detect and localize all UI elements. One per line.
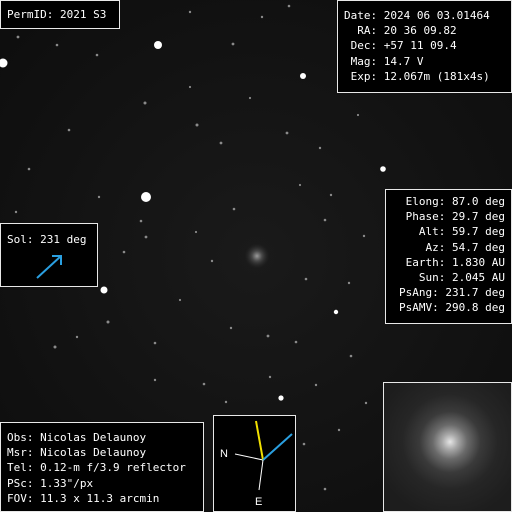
dec-value: +57 11 09.4 [383,39,457,53]
psang-label: PsAng: [399,286,439,300]
sun-value: 2.045 AU [452,271,505,285]
sun-direction-arrow-icon [36,255,62,279]
sol-label: Sol: [7,233,34,246]
sol-value: 231 deg [40,233,87,246]
comet [243,242,271,270]
psang-value: 231.7 deg [445,286,505,300]
psamv-value: 290.8 deg [445,301,505,315]
sol-panel: Sol: 231 deg [0,223,98,287]
tel-label: Tel: [7,461,34,475]
date-value: 2024 06 03.01464 [383,9,490,22]
sun-direction-line [255,420,264,461]
east-label: E [255,496,262,508]
permid-value: 2021 S3 [59,8,107,21]
alt-value: 59.7 deg [452,225,505,239]
comet-image-view: PermID: 2021 S3 Date: 2024 06 03.01464 R… [0,0,512,512]
ra-value: 20 36 09.82 [383,24,457,38]
phase-value: 29.7 deg [452,210,505,224]
ra-label: RA: [357,24,378,38]
permid-panel: PermID: 2021 S3 [0,0,120,29]
obs-label: Obs: [7,431,34,444]
alt-label: Alt: [418,225,446,239]
mag-label: Mag: [350,54,378,68]
msr-label: Msr: [7,446,34,460]
msr-value: Nicolas Delaunoy [40,446,147,460]
geometry-panel: Elong: 87.0 deg Phase: 29.7 deg Alt: 59.… [385,189,512,324]
motion-direction-line [262,433,293,461]
sun-label: Sun: [418,271,446,285]
elong-value: 87.0 deg [452,195,505,208]
dec-label: Dec: [350,39,378,53]
psc-label: PSc: [7,476,34,490]
earth-label: Earth: [405,255,446,269]
az-value: 54.7 deg [452,240,505,254]
exp-value: 12.067m (181x4s) [383,69,490,83]
fov-label: FOV: [7,491,34,505]
phase-label: Phase: [405,210,446,224]
earth-value: 1.830 AU [452,255,505,269]
fov-value: 11.3 x 11.3 arcmin [40,491,160,505]
date-label: Date: [344,9,378,22]
psamv-label: PsAMV: [399,301,439,315]
compass-rose-icon: N E [220,420,293,508]
compass-panel: N E [213,415,296,512]
star [0,41,386,401]
permid-label: PermID: [7,8,54,21]
az-label: Az: [425,240,446,254]
observation-panel: Date: 2024 06 03.01464 RA: 20 36 09.82 D… [337,0,512,93]
obs-value: Nicolas Delaunoy [40,431,147,444]
north-label: N [220,448,228,460]
comet-zoom-inset [383,382,512,512]
psc-value: 1.33"/px [40,476,94,490]
elong-label: Elong: [405,195,446,208]
tel-value: 0.12-m f/3.9 reflector [40,461,186,475]
exp-label: Exp: [350,69,378,83]
equipment-panel: Obs: Nicolas Delaunoy Msr: Nicolas Delau… [0,422,204,512]
mag-value: 14.7 V [383,54,424,68]
